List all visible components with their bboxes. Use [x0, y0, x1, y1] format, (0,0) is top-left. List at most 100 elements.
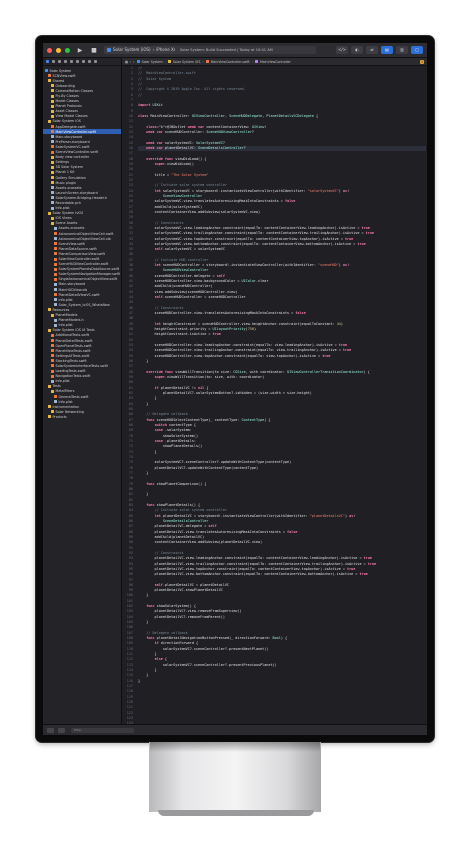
- report-icon[interactable]: [94, 60, 97, 63]
- inspector-toggle-button[interactable]: ▢: [411, 46, 423, 54]
- minimize-window-button[interactable]: [56, 47, 61, 53]
- hide-debug-area-button[interactable]: [47, 728, 54, 733]
- code-review-button[interactable]: ◐: [351, 46, 363, 54]
- navigator-item-label: Solar_System_tvOS_WhatsNew: [58, 302, 110, 307]
- code-text-area[interactable]: //// MainViewController.swift// Solar Sy…: [138, 66, 426, 735]
- swift-file-icon: [51, 354, 54, 358]
- line-number-gutter[interactable]: 1 2 3 4 5 6 7 8 9 10 11 12 13 14 15 16 17 18 19 20 21 22 23 24 2…: [122, 66, 136, 735]
- class-icon: [254, 60, 258, 63]
- folder-icon[interactable]: [46, 60, 49, 63]
- file-icon: [51, 140, 54, 144]
- stop-button[interactable]: ■: [90, 47, 98, 54]
- navigator-item-label: Tests: [52, 384, 61, 389]
- project-icon: [45, 69, 48, 73]
- navigator-item-label: Resources: [52, 307, 70, 312]
- navigator-item-label: PlanetDetailViewVC.swift: [58, 292, 100, 297]
- debug-filter-input[interactable]: Filter: [71, 728, 134, 733]
- breadcrumb-symbol[interactable]: MainViewController: [260, 60, 291, 64]
- breadcrumb-file[interactable]: MainViewController.swift: [211, 60, 250, 64]
- folder-icon: [51, 313, 54, 317]
- related-items-icon[interactable]: ▦: [125, 60, 128, 64]
- navigator-item-label: MainViewController.swift: [55, 129, 96, 134]
- navigator-item-label: SolarSystemPlanetsDataSource.swift: [58, 267, 120, 272]
- navigator-item-label: View Model Classes: [55, 114, 88, 119]
- breadcrumb-project[interactable]: Solar System: [142, 60, 163, 64]
- breadcrumb-group[interactable]: Solar System iOS: [173, 60, 200, 64]
- navigator-item-label: Model Classes: [55, 99, 79, 104]
- chevron-right-icon: ›: [251, 59, 253, 64]
- navigator-toggle-button[interactable]: ▤: [381, 46, 393, 54]
- debug-toggle-button[interactable]: ▥: [396, 46, 408, 54]
- file-icon: [51, 191, 54, 195]
- test-icon[interactable]: [76, 60, 79, 63]
- file-icon: [51, 186, 54, 190]
- navigator-item-label: Music plugin: [55, 180, 77, 185]
- navigator-item-label: NavigationTests.swift: [55, 374, 91, 379]
- folder-icon: [51, 221, 54, 225]
- toolbar: ▶ ■ Solar System (iOS) › iPhone Xs Solar…: [43, 43, 427, 58]
- navigator-item-label: SCNView.swift: [52, 73, 76, 78]
- scheme-app-icon: [107, 48, 111, 52]
- navigator-item-label: Fly-By Classes: [55, 94, 79, 99]
- library-button[interactable]: </>: [336, 46, 348, 54]
- navigator-item-label: OpenPlanetTests.swift: [55, 343, 92, 348]
- run-button[interactable]: ▶: [76, 47, 84, 54]
- warning-badge[interactable]: 1: [419, 59, 424, 64]
- source-editor: ▦ ‹ › Solar System › Solar System iOS › …: [122, 58, 427, 735]
- folder-icon: [51, 104, 54, 108]
- zoom-window-button[interactable]: [65, 47, 70, 53]
- navigator-item-label: Info.plist: [55, 379, 70, 384]
- navigator-item[interactable]: Products: [43, 414, 121, 419]
- navigator-item-label: MetalFilters: [55, 389, 75, 394]
- folder-icon: [48, 79, 51, 83]
- swift-file-icon: [54, 267, 57, 271]
- debug-bar: Filter: [43, 724, 427, 735]
- navigator-item-label: Settings: [55, 160, 70, 165]
- swift-file-icon: [48, 74, 51, 78]
- swift-file-icon: [51, 349, 54, 353]
- navigator-item-label: Asset Classes: [55, 109, 78, 114]
- warning-icon[interactable]: [70, 60, 73, 63]
- navigator-item-label: CameraMotion Classes: [55, 88, 94, 93]
- stand-shadow: [150, 742, 320, 752]
- folder-icon: [51, 109, 54, 113]
- navigator-item-label: GeneralTests.swift: [58, 394, 89, 399]
- navigator-item-label: SolarSystemInterfaceTests.swift: [55, 363, 108, 368]
- navigator-item-label: Instrumentation: [52, 404, 79, 409]
- debug-icon[interactable]: [82, 60, 85, 63]
- navigator-item-label: Planet Protocols: [55, 104, 82, 109]
- breakpoints-toggle-button[interactable]: [58, 728, 65, 733]
- symbol-icon[interactable]: [58, 60, 61, 63]
- navigator-item-label: Solar System iOS: [52, 119, 81, 124]
- stand-foot: [158, 810, 314, 816]
- search-icon[interactable]: [64, 60, 67, 63]
- navigator-item-label: Info.plist: [58, 323, 73, 328]
- folder-icon: [51, 389, 54, 393]
- close-window-button[interactable]: [47, 47, 52, 53]
- back-icon[interactable]: ‹: [130, 60, 131, 64]
- xcode-window: ▶ ■ Solar System (iOS) › iPhone Xs Solar…: [43, 43, 427, 735]
- navigator-tabs: [43, 58, 121, 66]
- jump-bar: ▦ ‹ › Solar System › Solar System iOS › …: [122, 58, 427, 66]
- swift-file-icon: [51, 369, 54, 373]
- navigator-item-label: PlanetViewTests.swift: [55, 348, 91, 353]
- project-navigator: Solar System SCNView.swift Shared Onboardin…: [43, 58, 122, 735]
- navigator-item-label: AppDelegate.swift: [55, 124, 86, 129]
- swift-file-icon: [54, 247, 57, 251]
- version-button[interactable]: ⇄: [366, 46, 378, 54]
- navigator-item-label: PlanetModels: [55, 313, 78, 318]
- file-icon: [54, 288, 57, 292]
- navigator-item-label: Main.storyboard: [55, 134, 83, 139]
- swift-file-icon: [51, 150, 54, 154]
- navigator-item-label: Products: [52, 414, 67, 419]
- breakpoint-icon[interactable]: [88, 60, 91, 63]
- folder-icon: [51, 89, 54, 93]
- forward-icon[interactable]: ›: [133, 60, 134, 64]
- navigator-item-label: AdditionalTests.swift: [55, 333, 90, 338]
- navigator-item-label: SolarSystem-Bridging-Header.h: [55, 195, 108, 200]
- source-control-icon[interactable]: [52, 60, 55, 63]
- folder-icon: [48, 384, 51, 388]
- navigator-item-label: AstronomicalObjectViewCell.swift: [58, 231, 114, 236]
- scheme-selector[interactable]: Solar System (iOS) › iPhone Xs: [104, 46, 179, 54]
- file-icon: [51, 201, 54, 205]
